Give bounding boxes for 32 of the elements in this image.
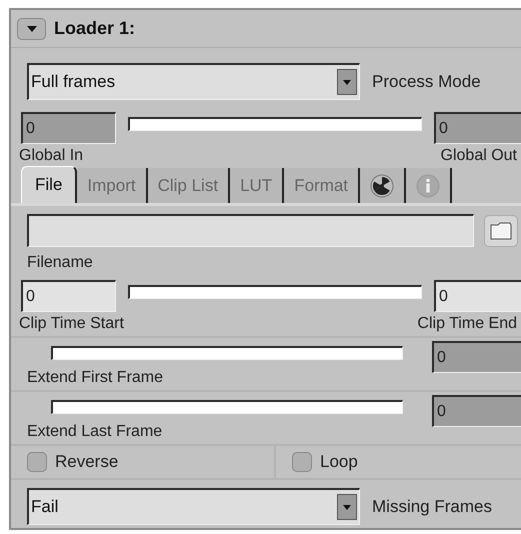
slider-track[interactable] <box>51 346 403 360</box>
slider-track[interactable] <box>51 400 403 414</box>
slider-track[interactable] <box>128 117 422 131</box>
filename-field[interactable] <box>27 214 474 247</box>
folder-icon <box>490 222 512 240</box>
dropdown-caret-icon <box>343 80 351 84</box>
end-label: Global Out <box>440 146 517 165</box>
browse-button[interactable] <box>484 214 518 246</box>
dropdown-label: Process Mode <box>372 70 481 93</box>
info-icon <box>416 174 440 198</box>
checkbox[interactable]: Loop <box>274 446 521 478</box>
extend-label: Extend Last Frame <box>26 422 164 441</box>
checkbox[interactable]: Reverse <box>11 446 274 478</box>
missing-frames-dropdown[interactable]: Fail <box>27 488 360 525</box>
radiation-icon <box>370 174 394 198</box>
info-tab[interactable] <box>406 168 452 203</box>
filename-label: Filename <box>26 253 94 272</box>
extend-label: Extend First Frame <box>26 368 164 387</box>
start-label: Clip Time Start <box>19 314 124 333</box>
slider-track[interactable] <box>128 285 422 299</box>
tab[interactable]: File <box>21 166 78 203</box>
start-field[interactable]: 0 <box>21 280 116 312</box>
radiation-tab[interactable] <box>360 168 406 203</box>
node-title: Loader 1: <box>54 17 136 40</box>
start-label: Global In <box>19 146 84 165</box>
process-mode-dropdown[interactable]: Full frames <box>27 63 360 100</box>
collapse-button[interactable] <box>17 18 46 40</box>
caret-icon <box>26 26 36 32</box>
dropdown-caret-icon <box>343 504 351 510</box>
dropdown-label: Missing Frames <box>372 496 492 518</box>
end-label: Clip Time End <box>417 314 517 333</box>
end-field[interactable]: 0 <box>434 280 521 312</box>
